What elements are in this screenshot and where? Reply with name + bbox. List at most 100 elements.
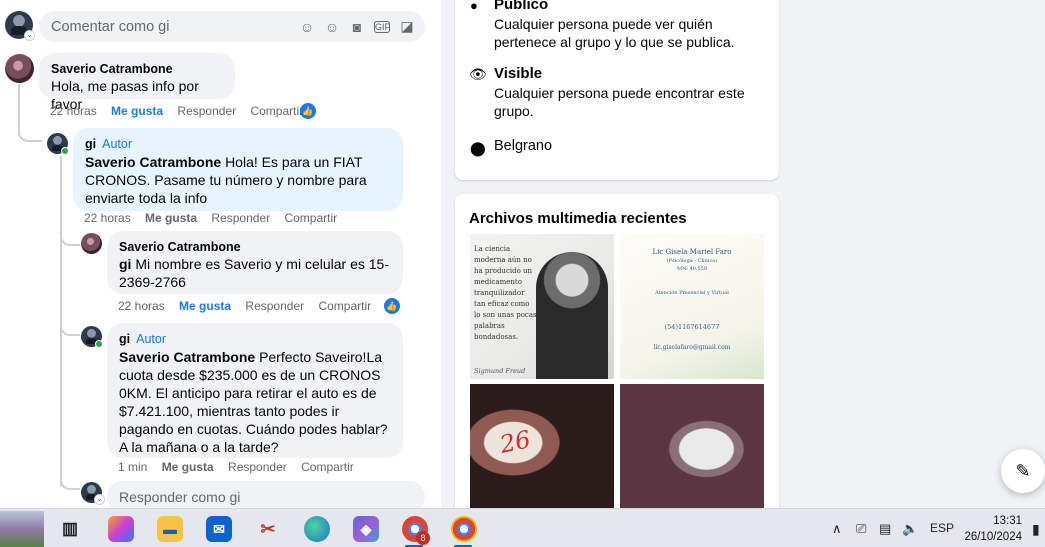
eye-icon: 👁 [469,66,487,82]
comment-time[interactable]: 22 horas [50,104,97,118]
business-card-phone: (54)1167614677 [664,323,720,331]
comment-bubble: Saverio Catrambone Hola, me pasas info p… [39,53,235,112]
comment-bubble: gi Autor Saverio Catrambone Hola! Es para… [73,128,403,211]
media-card: Archivos multimedia recientes La ciencia… [455,194,779,524]
emoji-icon[interactable]: ☺ [324,19,340,35]
comment-author[interactable]: Saverio Catrambone [51,62,173,76]
chevron-down-icon[interactable]: ⌄ [24,30,35,41]
share-button[interactable]: Compartir [284,211,337,225]
widgets-icon[interactable] [0,511,44,547]
comment-bubble: Saverio Catrambone gi Mi nombre es Saver… [107,231,403,294]
share-button[interactable]: Compartir [250,104,303,118]
comment-author[interactable]: Saverio Catrambone [119,240,241,254]
snipping-tool-icon[interactable]: ✂ [255,516,281,542]
online-status-icon [61,147,69,155]
comment-time[interactable]: 22 horas [118,299,165,313]
thumbs-up-icon[interactable]: 👍 [384,298,400,314]
comment-input[interactable]: Comentar como gi ☺ ☺ ◙ GIF ◪ [39,11,425,42]
sticker-outline-icon[interactable]: ☺ [299,19,315,35]
thread-line [60,366,62,486]
new-message-button[interactable]: ✎ [1001,449,1045,493]
like-button[interactable]: Me gusta [111,104,163,118]
media-thumbnail[interactable]: 26 [470,384,614,514]
business-card-name: Lic Gisela Mariel Faro [652,248,732,256]
thread-line [18,84,20,122]
comment-actions: 22 horas Me gusta Responder Compartir [50,104,314,118]
visibility-description: Cualquier persona puede encontrar este g… [494,85,745,119]
comment-text: Mi nombre es Saverio y mi celular es 15-… [119,256,389,290]
meet-now-icon[interactable]: ⎚ [856,521,866,537]
reply-input-placeholder: Responder como gi [119,489,241,505]
business-card-line: Atención Presencial y Virtual [655,290,729,296]
avatar[interactable] [5,54,34,83]
about-card: ● Público Cualquier persona puede ver qu… [455,0,779,180]
avatar[interactable] [81,233,102,254]
reply-button[interactable]: Responder [177,104,236,118]
privacy-title: Público [494,0,549,13]
reply-button[interactable]: Responder [228,460,287,474]
comment-actions: 22 horas Me gusta Responder Compartir [84,211,348,225]
volume-icon[interactable]: 🔈 [902,521,918,537]
comment-author[interactable]: gi [119,332,130,346]
show-hidden-icons-chevron-icon[interactable]: ∧ [832,521,842,537]
gif-icon[interactable]: GIF [374,20,390,33]
mention-link[interactable]: Saverio Catrambone [85,154,221,170]
shoe-size-mark: 26 [497,425,534,459]
thumbs-up-icon[interactable]: 👍 [300,103,316,119]
share-button[interactable]: Compartir [301,460,354,474]
notification-badge: 8 [416,531,430,545]
chevron-down-icon[interactable]: ⌄ [94,494,105,505]
portrait-image [536,252,608,379]
language-indicator[interactable]: ESP [930,521,954,535]
network-icon[interactable]: ▤ [879,521,891,537]
comment-time[interactable]: 1 min [118,460,147,474]
privacy-description: Cualquier persona puede ver quién perten… [494,16,735,50]
chrome-icon[interactable] [451,516,477,542]
author-badge: Autor [102,137,132,151]
office-icon[interactable]: ◈ [353,516,379,542]
comment-time[interactable]: 22 horas [84,211,131,225]
like-button[interactable]: Me gusta [145,211,197,225]
media-thumbnail[interactable] [620,384,764,514]
location-pin-icon: ⬤ [470,140,486,156]
reply-button[interactable]: Responder [211,211,270,225]
mention-link[interactable]: gi [119,256,131,272]
comment-input-placeholder: Comentar como gi [51,18,170,35]
notifications-bell-icon[interactable]: ▮ [1032,521,1040,538]
clock[interactable]: 13:31 26/10/2024 [964,513,1022,545]
like-button[interactable]: Me gusta [162,460,214,474]
media-thumbnail[interactable]: Lic Gisela Mariel Faro (Psicóloga - Clín… [620,234,764,379]
comment-author[interactable]: gi [85,137,96,151]
file-explorer-icon[interactable]: ▬ [157,516,183,542]
business-card-line: (Psicóloga - Clínica) [666,258,718,264]
clock-time: 13:31 [993,515,1022,527]
thread-line [60,476,80,490]
thread-line [60,232,80,246]
media-section-title[interactable]: Archivos multimedia recientes [469,210,687,227]
task-view-icon[interactable]: ▥ [57,516,83,542]
visibility-title: Visible [494,65,543,82]
location-text[interactable]: Belgrano [494,138,552,154]
media-thumbnail[interactable]: La ciencia moderna aún no ha producido u… [470,234,614,379]
clock-date: 26/10/2024 [964,531,1022,543]
quote-author: Sigmund Freud [474,367,526,375]
business-card-email: lic.giselafaro@gmail.com [653,344,731,351]
business-card-line: MN: 40.558 [676,266,708,272]
reply-input[interactable]: Responder como gi [107,481,425,508]
comments-panel: ⌄ Comentar como gi ☺ ☺ ◙ GIF ◪ Saverio C… [0,0,441,508]
copilot-icon[interactable] [108,516,134,542]
quote-text: La ciencia moderna aún no ha producido u… [474,245,537,341]
thread-line [18,118,42,142]
comment-input-tools: ☺ ☺ ◙ GIF ◪ [299,11,415,42]
reply-button[interactable]: Responder [245,299,304,313]
sticker-icon[interactable]: ◪ [399,18,415,35]
share-button[interactable]: Compartir [318,299,371,313]
mail-icon[interactable]: ✉ [206,516,232,542]
comment-bubble: gi Autor Saverio Catrambone Perfecto Save… [107,323,403,458]
globe-icon: ● [470,0,478,13]
edge-icon[interactable] [304,516,330,542]
camera-icon[interactable]: ◙ [349,19,365,35]
like-button[interactable]: Me gusta [179,299,231,313]
mention-link[interactable]: Saverio Catrambone [119,349,255,365]
comment-actions: 22 horas Me gusta Responder Compartir [118,299,382,313]
